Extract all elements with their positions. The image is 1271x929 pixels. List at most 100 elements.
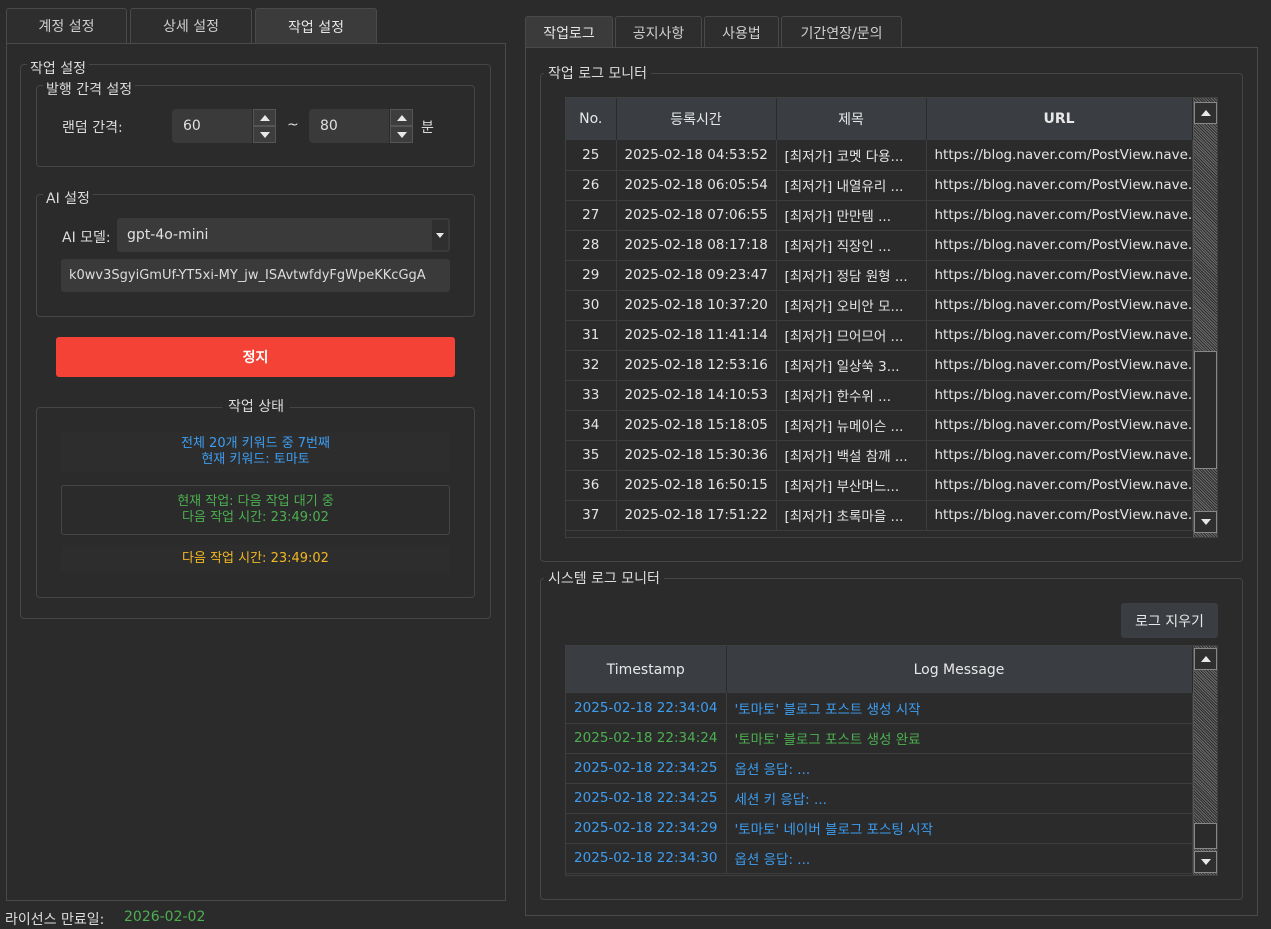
log-message: '토마토' 블로그 포스트 생성 완료	[726, 723, 1193, 754]
table-row[interactable]: 36 2025-02-18 16:50:15 [최저가] 부산며느... https:…	[566, 470, 1193, 501]
current-task-text: 현재 작업: 다음 작업 대기 중	[177, 494, 334, 509]
cell-title: [최저가] 오비안 모...	[776, 290, 927, 321]
cell-time: 2025-02-18 15:30:36	[616, 440, 777, 471]
table-row[interactable]: 30 2025-02-18 10:37:20 [최저가] 오비안 모... https…	[566, 290, 1193, 321]
interval-min-stepper	[252, 109, 276, 143]
scroll-down-button[interactable]	[1194, 851, 1217, 873]
license-expiry-date: 2026-02-02	[124, 909, 206, 925]
system-log-scrollbar[interactable]	[1193, 646, 1217, 875]
tab-job-log[interactable]: 작업로그	[525, 16, 613, 48]
current-task-status: 현재 작업: 다음 작업 대기 중 다음 작업 시간: 23:49:02	[61, 485, 450, 535]
log-row[interactable]: 2025-02-18 22:34:29 '토마토' 네이버 블로그 포스팅 시작	[566, 813, 1193, 844]
table-row[interactable]: 25 2025-02-18 04:53:52 [최저가] 코멧 다용... https…	[566, 140, 1193, 171]
keyword-progress-status: 전체 20개 키워드 중 7번째 현재 키워드: 토마토	[61, 432, 450, 472]
interval-min-spinbox[interactable]: 60	[172, 109, 276, 143]
job-log-scrollbar[interactable]	[1193, 98, 1217, 537]
interval-separator: ~	[287, 117, 299, 133]
table-row[interactable]: 37 2025-02-18 17:51:22 [최저가] 초록마을 ... https…	[566, 500, 1193, 531]
table-row[interactable]: 29 2025-02-18 09:23:47 [최저가] 정담 원형 ... http…	[566, 260, 1193, 291]
cell-no: 32	[566, 350, 617, 381]
cell-no: 26	[566, 170, 617, 201]
cell-title: [최저가] 백설 참깨 ...	[776, 440, 927, 471]
tab-account-settings[interactable]: 계정 설정	[6, 8, 127, 43]
table-row[interactable]: 28 2025-02-18 08:17:18 [최저가] 직장인 ... https:…	[566, 230, 1193, 261]
cell-title: [최저가] 므어므어 ...	[776, 320, 927, 351]
next-task-time-label: 다음 작업 시간: 23:49:02	[182, 551, 329, 566]
interval-max-up-button[interactable]	[390, 109, 413, 126]
ai-model-value: gpt-4o-mini	[127, 227, 209, 243]
log-message: '토마토' 네이버 블로그 포스팅 시작	[726, 813, 1193, 844]
arrow-up-icon	[259, 114, 270, 121]
cell-time: 2025-02-18 04:53:52	[616, 140, 777, 171]
log-timestamp: 2025-02-18 22:34:29	[566, 813, 727, 844]
arrow-up-icon	[396, 114, 407, 121]
cell-time: 2025-02-18 06:05:54	[616, 170, 777, 201]
column-header-time[interactable]: 등록시간	[616, 98, 777, 140]
work-settings-title: 작업 설정	[27, 61, 89, 77]
cell-time: 2025-02-18 15:18:05	[616, 410, 777, 441]
ai-settings-group	[36, 194, 475, 317]
table-row[interactable]: 32 2025-02-18 12:53:16 [최저가] 일상쑥 3... https…	[566, 350, 1193, 381]
scroll-up-button[interactable]	[1194, 648, 1217, 670]
scroll-thumb[interactable]	[1194, 351, 1217, 469]
table-row[interactable]: 31 2025-02-18 11:41:14 [최저가] 므어므어 ... https…	[566, 320, 1193, 351]
interval-group-title: 발행 간격 설정	[43, 82, 136, 98]
tab-detail-settings[interactable]: 상세 설정	[130, 8, 252, 43]
clear-log-button[interactable]: 로그 지우기	[1121, 603, 1218, 638]
cell-time: 2025-02-18 17:51:22	[616, 500, 777, 531]
scroll-down-button[interactable]	[1194, 511, 1217, 533]
interval-max-down-button[interactable]	[390, 126, 413, 143]
interval-min-up-button[interactable]	[253, 109, 276, 126]
log-message: 옵션 응답: ...	[726, 843, 1193, 874]
cell-url: https://blog.naver.com/PostView.nave...	[926, 260, 1193, 291]
system-log-rows: 2025-02-18 22:34:04 '토마토' 블로그 포스트 생성 시작 20…	[566, 693, 1193, 874]
cell-no: 30	[566, 290, 617, 321]
log-row[interactable]: 2025-02-18 22:34:04 '토마토' 블로그 포스트 생성 시작	[566, 693, 1193, 724]
cell-no: 29	[566, 260, 617, 291]
log-message: '토마토' 블로그 포스트 생성 시작	[726, 693, 1193, 724]
cell-url: https://blog.naver.com/PostView.nave...	[926, 290, 1193, 321]
cell-url: https://blog.naver.com/PostView.nave...	[926, 140, 1193, 171]
job-log-title: 작업 로그 모니터	[544, 66, 652, 82]
cell-no: 25	[566, 140, 617, 171]
table-row[interactable]: 33 2025-02-18 14:10:53 [최저가] 한수위 ... https:…	[566, 380, 1193, 411]
tab-notice[interactable]: 공지사항	[615, 16, 702, 48]
license-label: 라이선스 만료일:	[5, 912, 105, 928]
column-header-no[interactable]: No.	[566, 98, 617, 140]
tab-work-settings[interactable]: 작업 설정	[255, 8, 377, 44]
arrow-down-icon	[1200, 519, 1211, 525]
ai-model-select[interactable]: gpt-4o-mini	[117, 218, 450, 252]
cell-title: [최저가] 정담 원형 ...	[776, 260, 927, 291]
stop-button[interactable]: 정지	[56, 337, 455, 377]
table-row[interactable]: 26 2025-02-18 06:05:54 [최저가] 내열유리 ... https…	[566, 170, 1193, 201]
scroll-up-button[interactable]	[1194, 102, 1217, 124]
log-row[interactable]: 2025-02-18 22:34:25 세션 키 응답: ...	[566, 783, 1193, 814]
cell-url: https://blog.naver.com/PostView.nave...	[926, 320, 1193, 351]
interval-min-down-button[interactable]	[253, 126, 276, 143]
interval-max-spinbox[interactable]: 80	[309, 109, 413, 143]
log-timestamp: 2025-02-18 22:34:30	[566, 843, 727, 874]
table-row[interactable]: 27 2025-02-18 07:06:55 [최저가] 만만템 ... https:…	[566, 200, 1193, 231]
cell-no: 31	[566, 320, 617, 351]
column-header-url[interactable]: URL	[926, 98, 1193, 140]
log-row[interactable]: 2025-02-18 22:34:25 옵션 응답: ...	[566, 753, 1193, 784]
cell-url: https://blog.naver.com/PostView.nave...	[926, 200, 1193, 231]
tab-extension-inquiry[interactable]: 기간연장/문의	[781, 16, 902, 48]
cell-title: [최저가] 일상쑥 3...	[776, 350, 927, 381]
arrow-down-icon	[1200, 859, 1211, 865]
table-row[interactable]: 35 2025-02-18 15:30:36 [최저가] 백설 참깨 ... http…	[566, 440, 1193, 471]
column-header-log-message[interactable]: Log Message	[726, 646, 1193, 693]
column-header-title[interactable]: 제목	[776, 98, 927, 140]
cell-no: 34	[566, 410, 617, 441]
table-row[interactable]: 34 2025-02-18 15:18:05 [최저가] 뉴메이슨 ... https…	[566, 410, 1193, 441]
log-row[interactable]: 2025-02-18 22:34:30 옵션 응답: ...	[566, 843, 1193, 874]
tab-usage[interactable]: 사용법	[704, 16, 779, 48]
cell-time: 2025-02-18 12:53:16	[616, 350, 777, 381]
cell-title: [최저가] 부산며느...	[776, 470, 927, 501]
log-timestamp: 2025-02-18 22:34:24	[566, 723, 727, 754]
column-header-timestamp[interactable]: Timestamp	[566, 646, 727, 693]
chevron-down-icon	[432, 220, 448, 250]
api-key-field[interactable]: k0wv3SgyiGmUf-YT5xi-MY_jw_ISAvtwfdyFgWpe…	[61, 259, 450, 292]
scroll-thumb[interactable]	[1194, 823, 1217, 849]
log-row[interactable]: 2025-02-18 22:34:24 '토마토' 블로그 포스트 생성 완료	[566, 723, 1193, 754]
